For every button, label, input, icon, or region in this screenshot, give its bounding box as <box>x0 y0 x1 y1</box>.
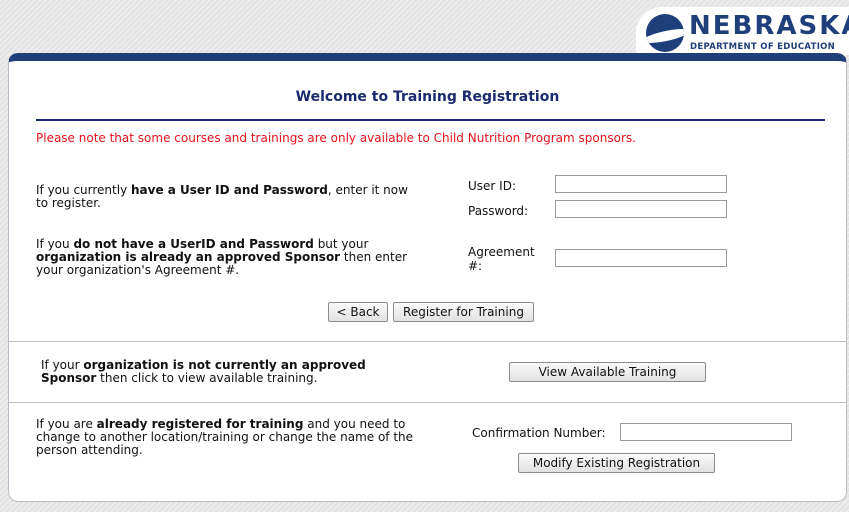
password-label: Password: <box>468 204 529 218</box>
confirmation-number-input[interactable] <box>620 423 792 441</box>
userid-input[interactable] <box>555 175 727 193</box>
login-instructions-emphasis: have a User ID and Password <box>130 183 328 197</box>
agreement-instructions-emphasis: organization is already an approved Spon… <box>36 250 341 264</box>
page-title: Welcome to Training Registration <box>295 89 560 105</box>
login-instructions-text: If you currently <box>36 183 131 197</box>
sponsor-notice: Please note that some courses and traini… <box>36 131 636 145</box>
password-input[interactable] <box>555 200 727 218</box>
agreement-instructions: If you do not have a UserID and Password… <box>36 238 426 277</box>
modify-instructions-text: If you are <box>36 417 97 431</box>
agreement-label-line-2: #: <box>468 259 483 273</box>
confirmation-number-label: Confirmation Number: <box>472 426 606 440</box>
view-available-training-button[interactable]: View Available Training <box>509 362 706 382</box>
agreement-instructions-text: If you <box>36 237 74 251</box>
login-instructions: If you currently have a User ID and Pass… <box>36 184 416 210</box>
agreement-number-input[interactable] <box>555 249 727 267</box>
logo-title: NEBRASKA <box>689 11 849 41</box>
modify-existing-registration-button[interactable]: Modify Existing Registration <box>518 453 715 473</box>
back-button[interactable]: < Back <box>328 302 388 322</box>
modify-instructions: If you are already registered for traini… <box>36 418 431 457</box>
nebraska-logo: NEBRASKA DEPARTMENT OF EDUCATION <box>636 7 849 55</box>
section-divider <box>9 402 846 403</box>
modify-instructions-emphasis: already registered for training <box>96 417 304 431</box>
agreement-instructions-emphasis: do not have a UserID and Password <box>73 237 314 251</box>
userid-label: User ID: <box>468 179 516 193</box>
title-divider <box>36 119 825 121</box>
logo-subtitle: DEPARTMENT OF EDUCATION <box>690 42 836 52</box>
agreement-instructions-text: but your <box>313 237 369 251</box>
agreement-label-line-1: Agreement <box>468 245 535 259</box>
sponsor-instructions-text: If your <box>41 358 84 372</box>
sponsor-instructions-text: then click to view available training. <box>96 371 318 385</box>
agreement-label: Agreement #: <box>468 245 535 273</box>
register-for-training-button[interactable]: Register for Training <box>393 302 534 322</box>
sponsor-instructions: If your organization is not currently an… <box>41 359 421 385</box>
section-divider <box>9 341 846 342</box>
registration-panel: Welcome to Training Registration Please … <box>8 53 847 502</box>
state-map-emblem-icon <box>646 14 684 52</box>
